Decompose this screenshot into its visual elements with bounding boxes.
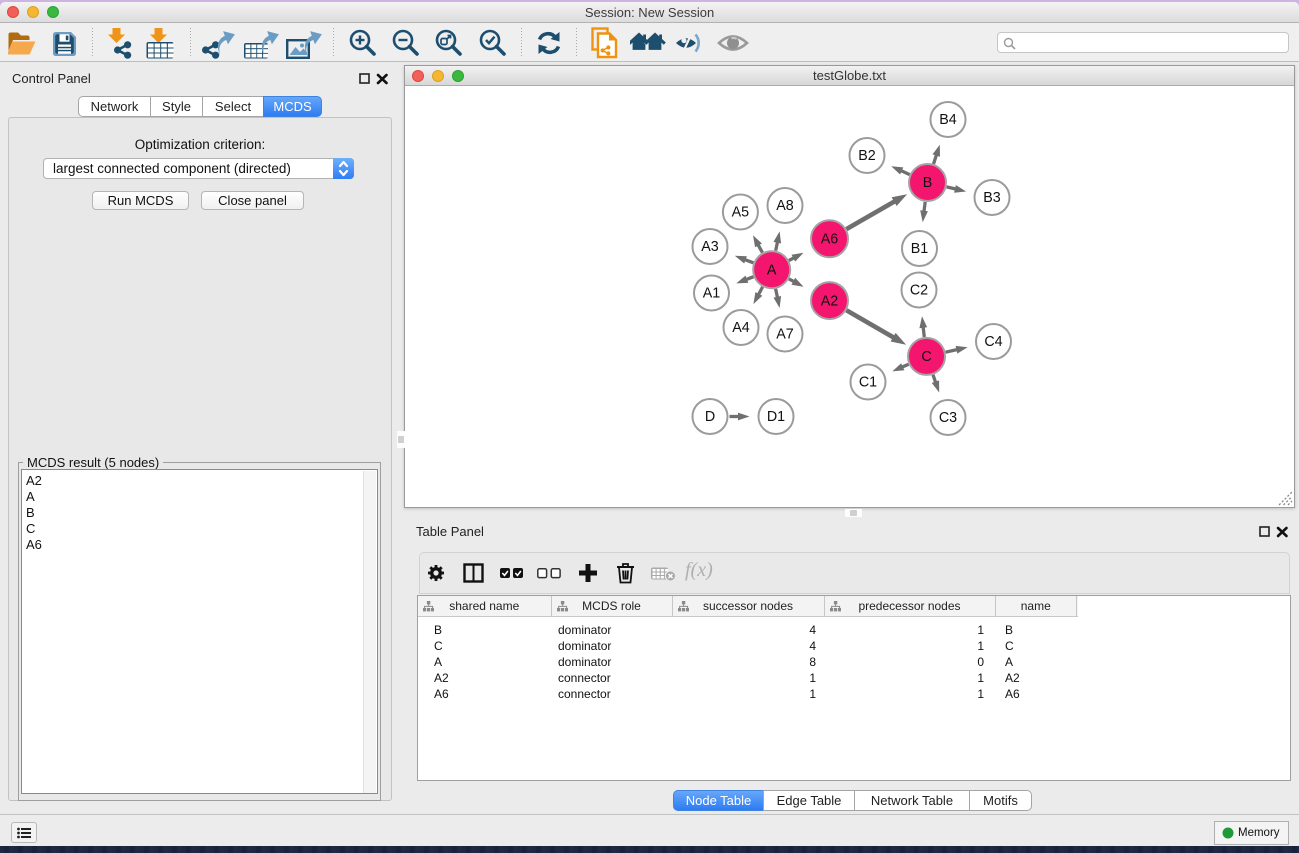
svg-text:C4: C4 (984, 334, 1002, 350)
svg-text:A1: A1 (703, 286, 721, 302)
svg-text:B4: B4 (939, 112, 957, 128)
svg-text:C2: C2 (910, 283, 928, 299)
svg-text:C3: C3 (939, 410, 957, 426)
svg-text:A: A (767, 262, 777, 278)
svg-text:A4: A4 (732, 320, 750, 336)
svg-text:B2: B2 (858, 148, 876, 164)
svg-text:B3: B3 (983, 190, 1001, 206)
svg-text:A6: A6 (821, 232, 839, 248)
svg-text:A2: A2 (821, 293, 839, 309)
svg-text:A3: A3 (701, 239, 719, 255)
svg-text:D1: D1 (767, 409, 785, 425)
svg-text:B: B (923, 175, 933, 191)
svg-text:D: D (705, 409, 715, 425)
svg-text:C: C (921, 349, 931, 365)
svg-text:A5: A5 (732, 205, 750, 221)
svg-text:B1: B1 (911, 241, 929, 257)
svg-text:C1: C1 (859, 375, 877, 391)
svg-text:A8: A8 (776, 198, 794, 214)
svg-text:A7: A7 (776, 327, 794, 343)
